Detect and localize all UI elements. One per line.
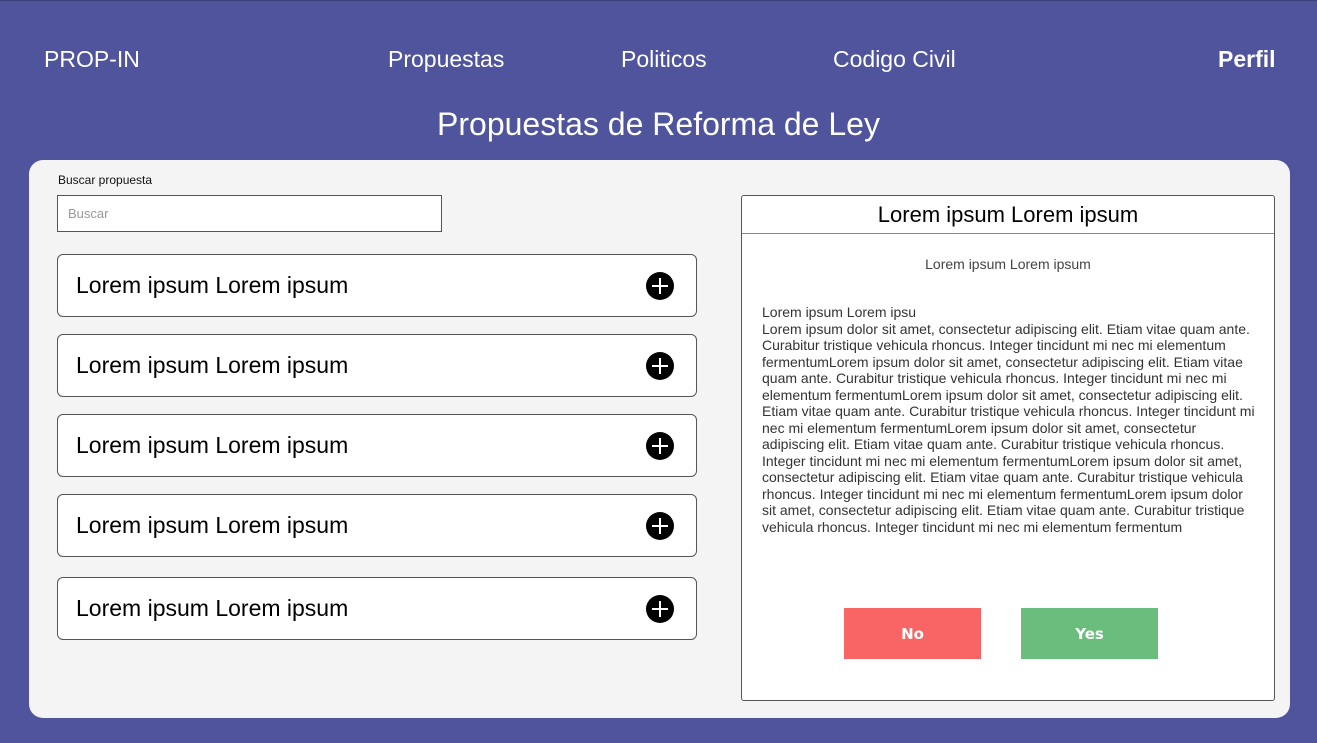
proposal-item[interactable]: Lorem ipsum Lorem ipsum: [57, 334, 697, 397]
proposal-title: Lorem ipsum Lorem ipsum: [76, 432, 349, 458]
proposal-title: Lorem ipsum Lorem ipsum: [76, 272, 349, 298]
plus-circle-icon[interactable]: [646, 595, 674, 623]
nav-codigo-civil[interactable]: Codigo Civil: [833, 46, 956, 73]
window-top-border: [0, 0, 1317, 1]
proposal-item[interactable]: Lorem ipsum Lorem ipsum: [57, 414, 697, 477]
nav-perfil[interactable]: Perfil: [1218, 46, 1276, 73]
proposal-item[interactable]: Lorem ipsum Lorem ipsum: [57, 577, 697, 640]
detail-title: Lorem ipsum Lorem ipsum: [742, 196, 1274, 234]
detail-body: Lorem ipsum Lorem ipsu Lorem ipsum dolor…: [762, 304, 1258, 535]
plus-circle-icon[interactable]: [646, 432, 674, 460]
detail-subtitle: Lorem ipsum Lorem ipsum: [925, 256, 1091, 272]
page-title: Propuestas de Reforma de Ley: [437, 106, 880, 142]
search-label: Buscar propuesta: [58, 173, 153, 187]
plus-circle-icon[interactable]: [646, 352, 674, 380]
proposal-title: Lorem ipsum Lorem ipsum: [76, 352, 349, 378]
nav-politicos[interactable]: Politicos: [621, 46, 707, 73]
detail-body-heading: Lorem ipsum Lorem ipsu: [762, 304, 917, 320]
search-input[interactable]: [57, 195, 442, 232]
proposal-item[interactable]: Lorem ipsum Lorem ipsum: [57, 254, 697, 317]
proposal-item[interactable]: Lorem ipsum Lorem ipsum: [57, 494, 697, 557]
plus-circle-icon[interactable]: [646, 512, 674, 540]
brand-logo[interactable]: PROP-IN: [44, 46, 140, 73]
nav-propuestas[interactable]: Propuestas: [388, 46, 504, 73]
detail-body-text: Lorem ipsum dolor sit amet, consectetur …: [762, 320, 1255, 535]
no-button[interactable]: No: [844, 608, 981, 659]
yes-button[interactable]: Yes: [1021, 608, 1158, 659]
proposal-title: Lorem ipsum Lorem ipsum: [76, 512, 349, 538]
proposal-title: Lorem ipsum Lorem ipsum: [76, 595, 349, 621]
plus-circle-icon[interactable]: [646, 272, 674, 300]
proposal-detail-panel: Lorem ipsum Lorem ipsum Lorem ipsum Lore…: [741, 195, 1275, 701]
